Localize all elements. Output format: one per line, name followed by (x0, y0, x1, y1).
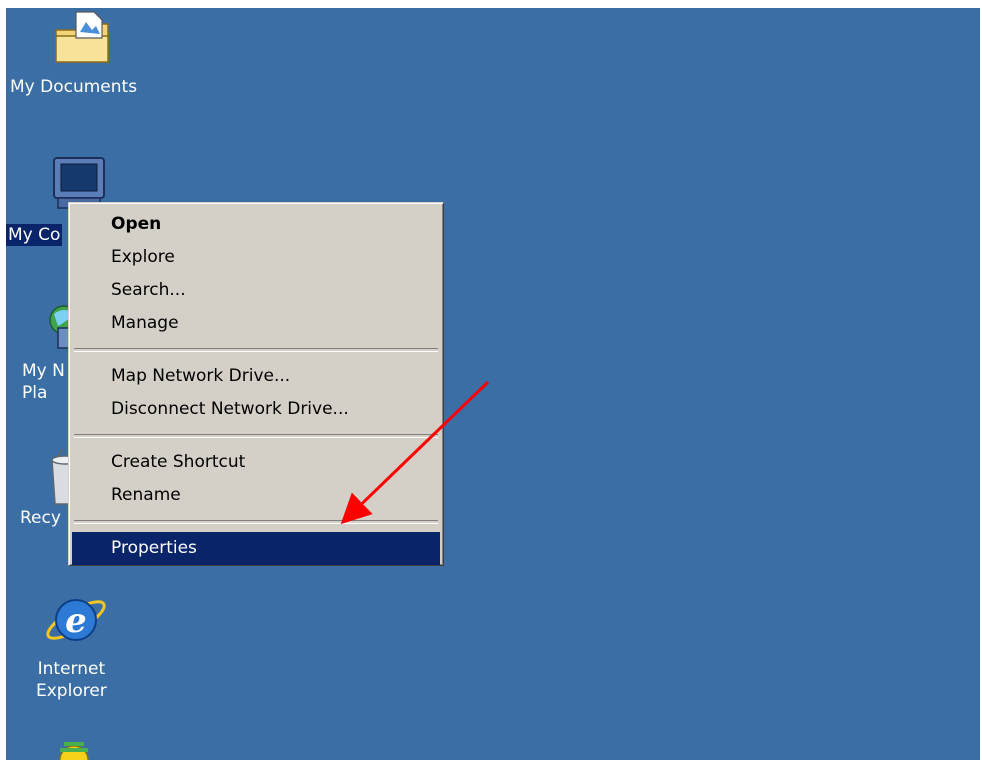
desktop-icon-label: My Documents (10, 77, 138, 97)
menu-item-properties[interactable]: Properties (72, 532, 440, 565)
desktop-icon-internet-explorer[interactable]: e Internet Explorer (6, 588, 136, 702)
menu-separator (74, 434, 438, 438)
menu-separator (74, 348, 438, 352)
menu-item-rename[interactable]: Rename (72, 479, 440, 512)
menu-item-disconnect-network-drive[interactable]: Disconnect Network Drive... (72, 393, 440, 426)
menu-item-search[interactable]: Search... (72, 274, 440, 307)
desktop-icon-label: My N Pla (22, 361, 65, 403)
svg-text:e: e (65, 601, 87, 641)
menu-separator (74, 520, 438, 524)
menu-item-explore[interactable]: Explore (72, 241, 440, 274)
my-documents-icon (55, 11, 109, 63)
desktop-icon-msn[interactable] (6, 734, 136, 760)
desktop-icon-my-documents[interactable]: My Documents (10, 8, 146, 98)
menu-item-open[interactable]: Open (72, 208, 440, 241)
desktop-icon-label: Internet Explorer (36, 659, 107, 701)
desktop-icon-label: My Co (6, 224, 63, 246)
msn-icon (59, 742, 89, 760)
desktop-icon-label: Recy (20, 508, 61, 528)
context-menu: Open Explore Search... Manage Map Networ… (68, 202, 444, 566)
menu-item-create-shortcut[interactable]: Create Shortcut (72, 446, 440, 479)
menu-item-manage[interactable]: Manage (72, 307, 440, 340)
internet-explorer-icon: e (46, 599, 106, 641)
desktop[interactable]: My Documents My Co My N Pla Recy e Inter… (6, 8, 980, 760)
menu-item-map-network-drive[interactable]: Map Network Drive... (72, 360, 440, 393)
